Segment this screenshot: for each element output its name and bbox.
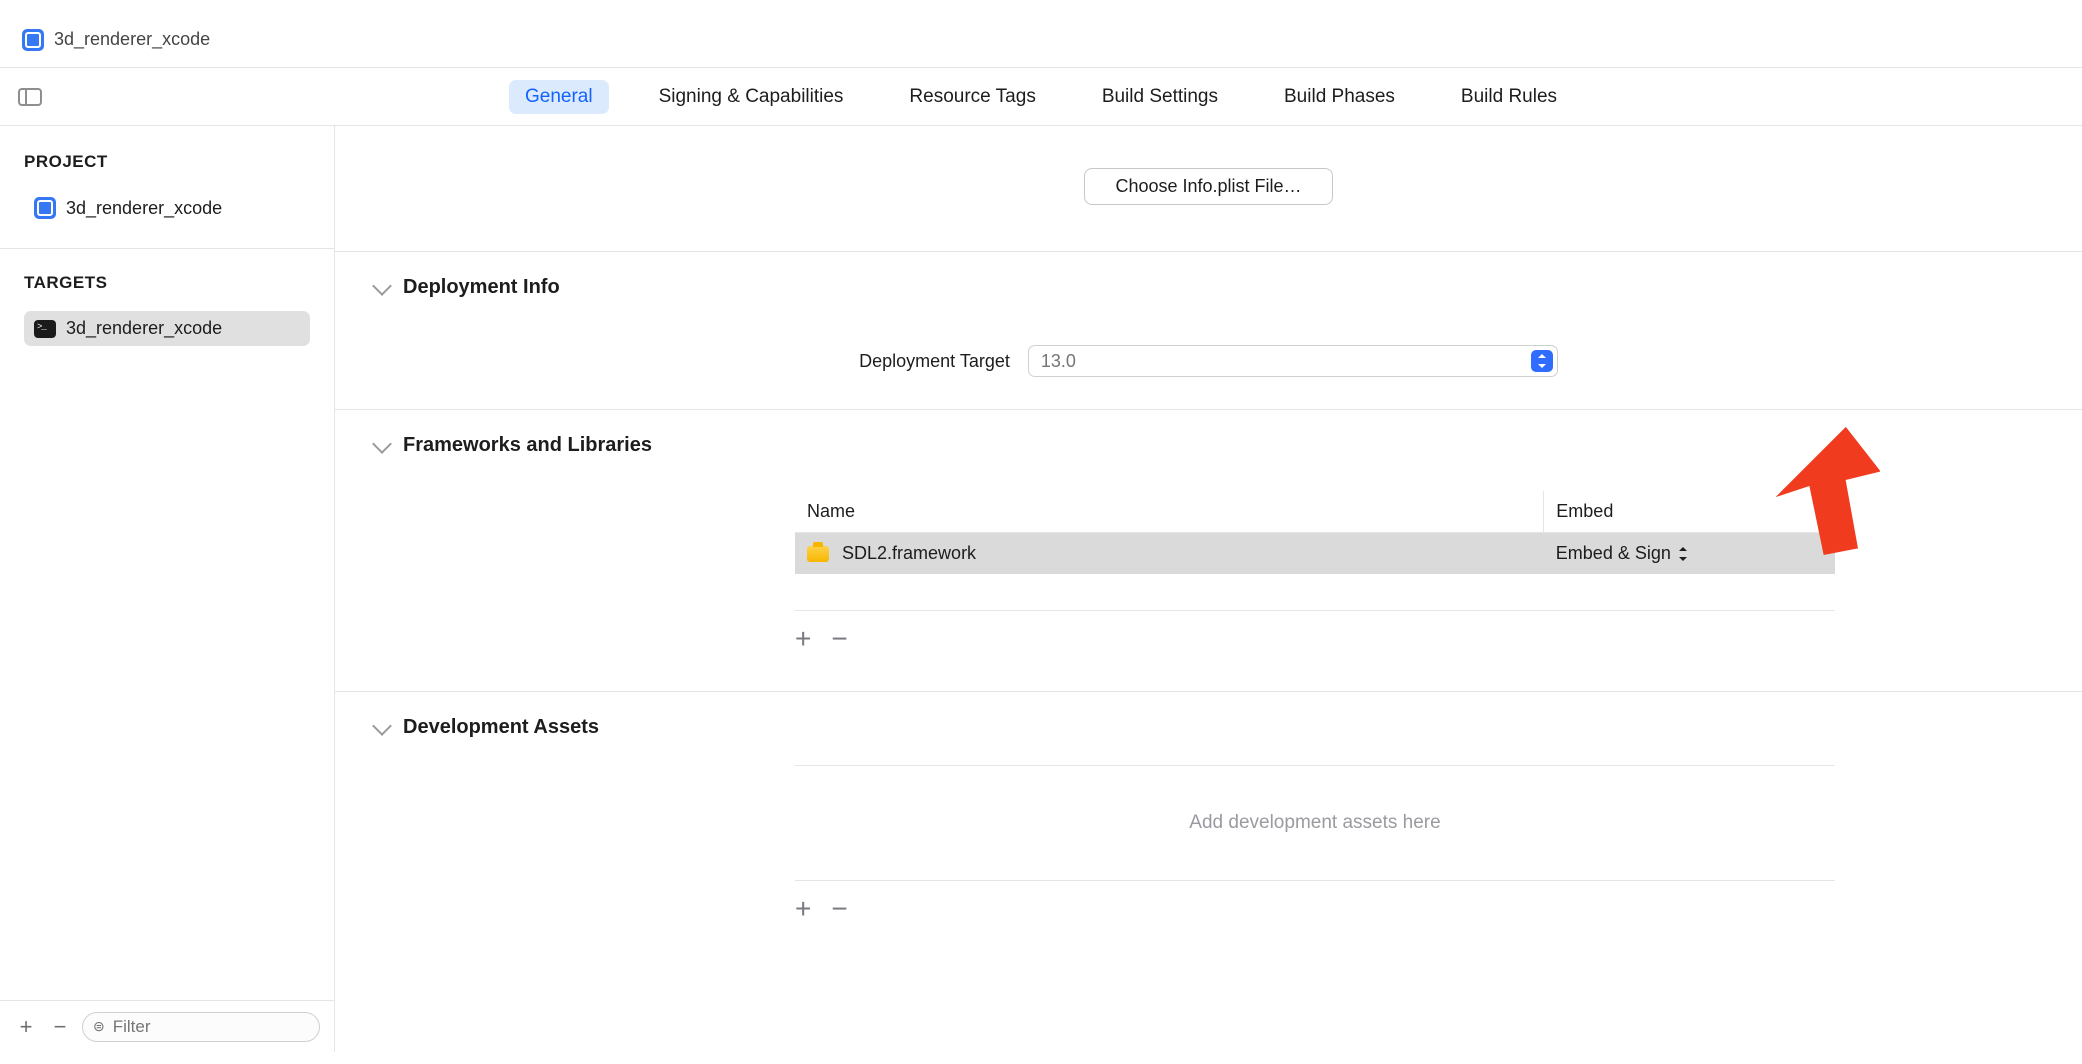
- chevron-down-icon: [372, 276, 392, 296]
- tab-general[interactable]: General: [509, 80, 609, 114]
- deployment-target-input[interactable]: [1041, 351, 1531, 372]
- breadcrumb-title[interactable]: 3d_renderer_xcode: [54, 29, 210, 50]
- toolbox-icon: [807, 546, 829, 562]
- choose-info-plist-button[interactable]: Choose Info.plist File…: [1084, 168, 1332, 205]
- frameworks-col-name[interactable]: Name: [795, 491, 1544, 533]
- section-header[interactable]: Deployment Info: [375, 276, 2042, 299]
- updown-arrows-icon: [1679, 548, 1687, 560]
- add-dev-asset-button[interactable]: +: [795, 895, 811, 923]
- section-title-dev-assets: Development Assets: [403, 716, 599, 739]
- embed-selector[interactable]: Embed & Sign: [1556, 543, 1687, 564]
- divider: [0, 248, 334, 249]
- sidebar-project-item[interactable]: 3d_renderer_xcode: [24, 190, 310, 226]
- remove-dev-asset-button[interactable]: −: [831, 895, 847, 923]
- add-framework-button[interactable]: +: [795, 625, 811, 653]
- sidebar-footer: + − ⊜: [0, 1000, 334, 1052]
- sidebar-target-item[interactable]: 3d_renderer_xcode: [24, 311, 310, 346]
- filter-pill[interactable]: ⊜: [82, 1012, 320, 1042]
- embed-value: Embed & Sign: [1556, 543, 1671, 564]
- framework-name: SDL2.framework: [842, 543, 976, 563]
- tabs-group: General Signing & Capabilities Resource …: [509, 80, 1573, 114]
- tab-resource-tags[interactable]: Resource Tags: [893, 80, 1051, 114]
- frameworks-col-embed[interactable]: Embed: [1544, 491, 1835, 533]
- section-title-deployment: Deployment Info: [403, 276, 560, 299]
- divider: [795, 610, 1835, 611]
- deployment-target-label: Deployment Target: [859, 351, 1010, 372]
- chevron-down-icon: [372, 434, 392, 454]
- section-header[interactable]: Frameworks and Libraries: [375, 434, 2042, 457]
- deployment-target-field[interactable]: [1028, 345, 1558, 377]
- section-deployment-info: Deployment Info Deployment Target: [335, 251, 2082, 409]
- remove-framework-button[interactable]: −: [831, 625, 847, 653]
- add-target-button[interactable]: +: [14, 1015, 38, 1039]
- tab-build-phases[interactable]: Build Phases: [1268, 80, 1411, 114]
- app-icon: [22, 29, 44, 51]
- breadcrumb-bar: 3d_renderer_xcode: [0, 12, 2082, 68]
- dev-assets-placeholder[interactable]: Add development assets here: [795, 765, 1835, 881]
- deployment-target-dropdown-button[interactable]: [1531, 350, 1553, 372]
- section-title-frameworks: Frameworks and Libraries: [403, 434, 652, 457]
- sidebar: PROJECT 3d_renderer_xcode TARGETS 3d_ren…: [0, 126, 335, 1052]
- updown-arrows-icon: [1538, 355, 1546, 367]
- sidebar-target-label: 3d_renderer_xcode: [66, 318, 222, 339]
- sidebar-project-label: 3d_renderer_xcode: [66, 198, 222, 219]
- tab-build-settings[interactable]: Build Settings: [1086, 80, 1234, 114]
- chevron-down-icon: [372, 716, 392, 736]
- content-area: Choose Info.plist File… Deployment Info …: [335, 126, 2082, 1052]
- app-icon: [34, 197, 56, 219]
- frameworks-table: Name Embed SDL2.framework: [795, 491, 1835, 574]
- section-frameworks: Frameworks and Libraries Name Embed: [335, 409, 2082, 691]
- terminal-icon: [34, 320, 56, 338]
- tabs-bar: General Signing & Capabilities Resource …: [0, 68, 2082, 126]
- remove-target-button[interactable]: −: [48, 1015, 72, 1039]
- sidebar-project-header: PROJECT: [24, 152, 310, 172]
- sidebar-targets-header: TARGETS: [24, 273, 310, 293]
- tab-build-rules[interactable]: Build Rules: [1445, 80, 1573, 114]
- framework-row[interactable]: SDL2.framework Embed & Sign: [795, 533, 1835, 575]
- section-header[interactable]: Development Assets: [375, 716, 2042, 739]
- panel-toggle-icon[interactable]: [18, 88, 42, 106]
- section-development-assets: Development Assets Add development asset…: [335, 691, 2082, 961]
- filter-icon: ⊜: [93, 1018, 105, 1035]
- filter-input[interactable]: [113, 1017, 309, 1037]
- tab-signing-capabilities[interactable]: Signing & Capabilities: [643, 80, 860, 114]
